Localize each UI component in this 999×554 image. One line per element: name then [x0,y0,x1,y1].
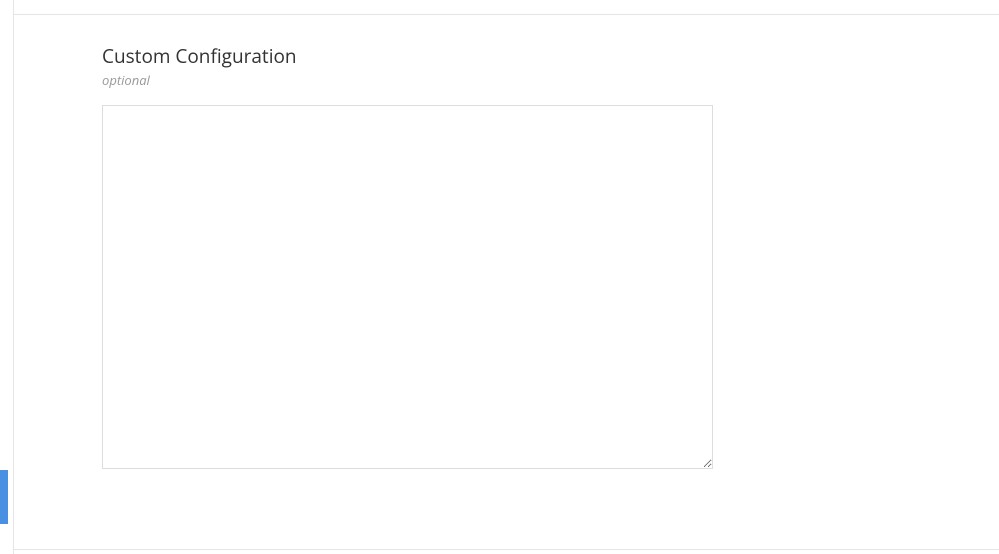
main-content: Custom Configuration optional [14,0,999,554]
active-nav-indicator [0,470,8,524]
divider-top [14,14,999,15]
section-title: Custom Configuration [102,44,715,69]
custom-configuration-textarea[interactable] [102,105,713,469]
custom-configuration-section: Custom Configuration optional [102,44,715,469]
section-subtitle: optional [102,71,715,89]
divider-bottom [14,549,999,550]
